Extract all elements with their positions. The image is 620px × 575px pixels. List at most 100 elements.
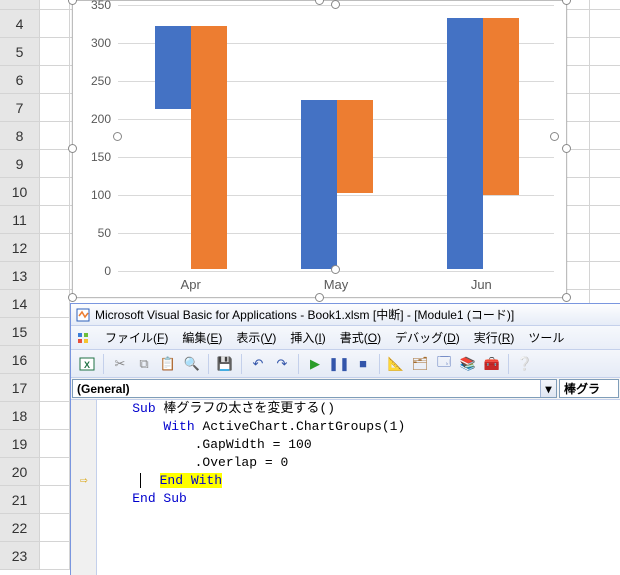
menu-item[interactable]: 編集(E) xyxy=(176,327,228,348)
menu-item[interactable]: 挿入(I) xyxy=(284,327,331,348)
code-line: End With xyxy=(101,472,405,490)
selection-handle[interactable] xyxy=(113,132,122,141)
excel-icon[interactable]: X xyxy=(77,354,97,374)
selection-handle[interactable] xyxy=(550,132,559,141)
bar[interactable] xyxy=(155,26,191,110)
row-header[interactable]: 11 xyxy=(0,206,40,234)
code-line: End Sub xyxy=(101,490,405,508)
break-icon[interactable]: ❚❚ xyxy=(329,354,349,374)
bar[interactable] xyxy=(447,18,483,269)
selection-handle[interactable] xyxy=(68,144,77,153)
row-header[interactable]: 4 xyxy=(0,10,40,38)
menu-item[interactable]: 書式(O) xyxy=(334,327,387,348)
xtick-label: Apr xyxy=(118,273,263,297)
copy-icon[interactable]: ⧉ xyxy=(134,354,154,374)
selection-handle[interactable] xyxy=(315,293,324,302)
run-icon[interactable]: ▶ xyxy=(305,354,325,374)
ytick-label: 50 xyxy=(98,226,111,240)
ytick-label: 300 xyxy=(91,36,111,50)
paste-icon[interactable]: 📋 xyxy=(158,354,178,374)
row-header[interactable]: 13 xyxy=(0,262,40,290)
toolbox-icon[interactable]: 🧰 xyxy=(482,354,502,374)
row-header[interactable]: 8 xyxy=(0,122,40,150)
menu-item[interactable]: 実行(R) xyxy=(468,327,521,348)
reset-icon[interactable]: ■ xyxy=(353,354,373,374)
row-header[interactable]: 10 xyxy=(0,178,40,206)
row-header[interactable]: 14 xyxy=(0,290,40,318)
row-header[interactable]: 5 xyxy=(0,38,40,66)
ytick-label: 0 xyxy=(104,264,111,278)
selection-handle[interactable] xyxy=(68,293,77,302)
bar[interactable] xyxy=(191,26,227,269)
ytick-label: 100 xyxy=(91,188,111,202)
undo-icon[interactable]: ↶ xyxy=(248,354,268,374)
object-browser-icon[interactable]: 📚 xyxy=(458,354,478,374)
row-header[interactable]: 21 xyxy=(0,486,40,514)
row-header[interactable]: 19 xyxy=(0,430,40,458)
object-dropdown[interactable]: (General) ▾ xyxy=(72,379,557,398)
menu-item[interactable]: ファイル(F) xyxy=(99,327,174,348)
ytick-label: 200 xyxy=(91,112,111,126)
vbe-menu-icon xyxy=(75,330,91,346)
vbe-menubar[interactable]: ファイル(F)編集(E)表示(V)挿入(I)書式(O)デバッグ(D)実行(R)ツ… xyxy=(71,326,620,350)
code-line: .Overlap = 0 xyxy=(101,454,405,472)
redo-icon[interactable]: ↷ xyxy=(272,354,292,374)
project-icon[interactable]: 🗂 xyxy=(410,354,430,374)
ytick-label: 150 xyxy=(91,150,111,164)
code-pane[interactable]: ⇨ Sub 棒グラフの太さを変更する() With ActiveChart.Ch… xyxy=(71,400,620,575)
row-header[interactable]: 16 xyxy=(0,346,40,374)
object-dropdown-value: (General) xyxy=(77,382,130,396)
row-header[interactable]: 20 xyxy=(0,458,40,486)
row-header[interactable]: 6 xyxy=(0,66,40,94)
row-header[interactable]: 18 xyxy=(0,402,40,430)
selection-handle[interactable] xyxy=(68,0,77,5)
row-header[interactable]: 23 xyxy=(0,542,40,570)
cut-icon[interactable]: ✂ xyxy=(110,354,130,374)
design-icon[interactable]: 📐 xyxy=(386,354,406,374)
vbe-titlebar[interactable]: Microsoft Visual Basic for Applications … xyxy=(71,304,620,326)
procedure-dropdown[interactable]: 棒グラ xyxy=(559,379,619,398)
chart-yaxis: 050100150200250300350 xyxy=(77,5,115,269)
bar-cluster xyxy=(301,100,373,269)
save-icon[interactable]: 💾 xyxy=(215,354,235,374)
bar-cluster xyxy=(155,26,227,269)
find-icon[interactable]: 🔍 xyxy=(182,354,202,374)
selection-handle[interactable] xyxy=(562,144,571,153)
svg-text:X: X xyxy=(84,360,90,370)
bar-cluster xyxy=(447,18,519,269)
bar[interactable] xyxy=(337,100,373,193)
help-icon[interactable]: ❔ xyxy=(515,354,535,374)
row-header[interactable] xyxy=(0,0,40,10)
xtick-label: Jun xyxy=(409,273,554,297)
vbe-app-icon xyxy=(75,307,91,323)
chart-plot-area xyxy=(118,5,554,269)
ytick-label: 250 xyxy=(91,74,111,88)
code-lines[interactable]: Sub 棒グラフの太さを変更する() With ActiveChart.Char… xyxy=(97,400,405,575)
vbe-window[interactable]: Microsoft Visual Basic for Applications … xyxy=(70,303,620,575)
execution-pointer-icon: ⇨ xyxy=(80,472,88,490)
procedure-dropdown-value: 棒グラ xyxy=(564,380,600,397)
menu-item[interactable]: ツール xyxy=(522,327,570,348)
selection-handle[interactable] xyxy=(562,293,571,302)
chevron-down-icon[interactable]: ▾ xyxy=(540,380,556,397)
row-header[interactable]: 7 xyxy=(0,94,40,122)
xtick-label: May xyxy=(263,273,408,297)
menu-item[interactable]: 表示(V) xyxy=(230,327,282,348)
row-header[interactable]: 12 xyxy=(0,234,40,262)
vbe-toolbar[interactable]: X ✂ ⧉ 📋 🔍 💾 ↶ ↷ ▶ ❚❚ ■ 📐 🗂 🗔 📚 🧰 ❔ xyxy=(71,350,620,378)
bar[interactable] xyxy=(301,100,337,269)
code-gutter: ⇨ xyxy=(71,400,97,575)
row-header[interactable]: 9 xyxy=(0,150,40,178)
selection-handle[interactable] xyxy=(331,0,340,9)
bar[interactable] xyxy=(483,18,519,194)
code-line: With ActiveChart.ChartGroups(1) xyxy=(101,418,405,436)
chart-xaxis: AprMayJun xyxy=(118,273,554,297)
menu-item[interactable]: デバッグ(D) xyxy=(389,327,466,348)
properties-icon[interactable]: 🗔 xyxy=(434,354,454,374)
row-header[interactable]: 17 xyxy=(0,374,40,402)
chart-object[interactable]: 050100150200250300350 AprMayJun xyxy=(72,0,567,298)
row-header[interactable]: 22 xyxy=(0,514,40,542)
code-line: Sub 棒グラフの太さを変更する() xyxy=(101,400,405,418)
code-line: .GapWidth = 100 xyxy=(101,436,405,454)
row-header[interactable]: 15 xyxy=(0,318,40,346)
